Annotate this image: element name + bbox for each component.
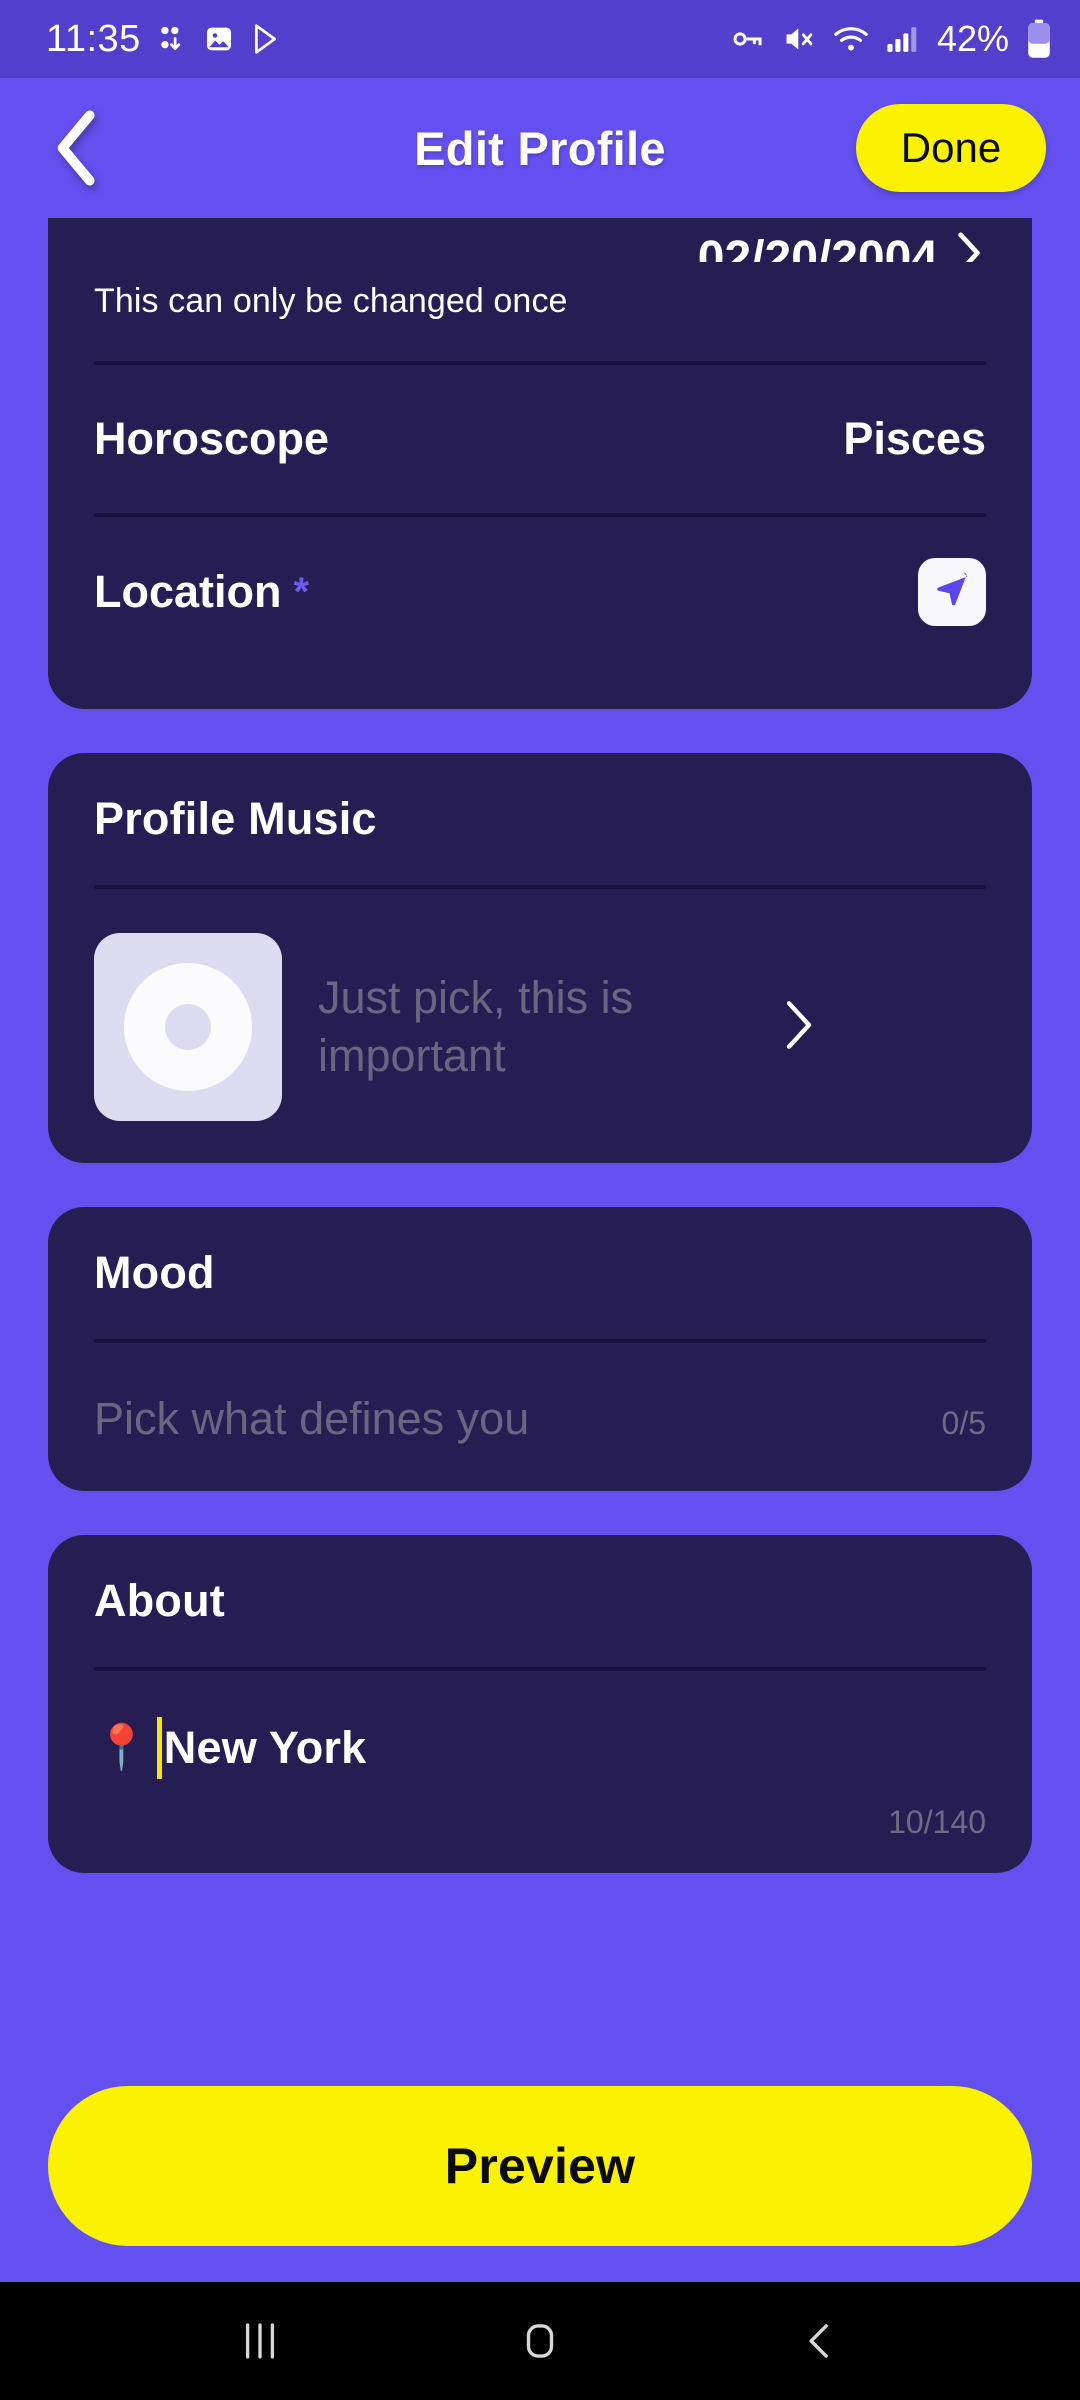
chevron-right-icon[interactable]	[784, 1000, 820, 1055]
wifi-icon	[833, 24, 869, 54]
divider	[94, 885, 986, 889]
card-about[interactable]: About 📍 New York 10/140	[48, 1535, 1032, 1873]
location-row[interactable]: Location *	[94, 517, 986, 667]
horoscope-value: Pisces	[843, 413, 986, 464]
home-icon[interactable]	[480, 2282, 600, 2400]
done-button[interactable]: Done	[856, 104, 1046, 192]
about-value: New York	[163, 1722, 367, 1773]
status-bar-clock: 11:35	[46, 18, 141, 60]
cellular-signal-icon	[886, 24, 920, 54]
back-icon[interactable]	[760, 2282, 880, 2400]
about-title: About	[94, 1575, 225, 1626]
phone-screen: 11:35 42% Edit Profile Done 02/20/2004 T…	[0, 0, 1080, 2400]
about-textarea[interactable]: 📍 New York	[94, 1717, 986, 1779]
about-counter: 10/140	[888, 1804, 986, 1840]
profile-music-title: Profile Music	[94, 793, 377, 844]
required-asterisk: *	[293, 569, 310, 614]
play-store-icon	[249, 22, 283, 56]
back-button[interactable]	[34, 105, 120, 191]
scroll-content[interactable]: 02/20/2004 This can only be changed once…	[0, 218, 1080, 2086]
use-current-location-button[interactable]	[918, 558, 986, 626]
birthday-helper-text: This can only be changed once	[94, 282, 568, 320]
divider	[94, 1339, 986, 1343]
text-caret	[156, 1717, 162, 1779]
vpn-key-icon	[731, 22, 765, 56]
mood-placeholder: Pick what defines you	[94, 1393, 530, 1444]
battery-percent-label: 42%	[936, 18, 1009, 59]
card-personal-details: 02/20/2004 This can only be changed once…	[48, 218, 1032, 709]
mood-counter: 0/5	[941, 1405, 986, 1441]
battery-icon	[1026, 19, 1052, 59]
horoscope-label: Horoscope	[94, 413, 330, 464]
navigation-arrow-icon	[930, 569, 974, 616]
horoscope-row: Horoscope Pisces	[94, 365, 986, 513]
chevron-right-icon	[956, 231, 982, 262]
app-header: Edit Profile Done	[0, 78, 1080, 218]
divider	[94, 1667, 986, 1671]
profile-music-placeholder: Just pick, this is important	[318, 972, 634, 1081]
recents-icon[interactable]	[200, 2282, 320, 2400]
status-bar: 11:35 42%	[0, 0, 1080, 78]
gallery-icon	[203, 23, 235, 55]
location-label: Location	[94, 566, 282, 617]
mood-picker-row[interactable]: Pick what defines you 0/5	[94, 1393, 986, 1445]
profile-music-picker-row[interactable]: Just pick, this is important	[94, 933, 986, 1121]
preview-button[interactable]: Preview	[48, 2086, 1032, 2246]
bluetooth-transfer-icon	[155, 22, 189, 56]
mood-title: Mood	[94, 1247, 215, 1298]
preview-button-container: Preview	[0, 2086, 1080, 2282]
birthday-row[interactable]: 02/20/2004	[94, 218, 986, 262]
android-navigation-bar	[0, 2282, 1080, 2400]
map-pin-emoji: 📍	[94, 1723, 149, 1772]
card-profile-music[interactable]: Profile Music Just pick, this is importa…	[48, 753, 1032, 1163]
card-mood[interactable]: Mood Pick what defines you 0/5	[48, 1207, 1032, 1491]
vinyl-record-icon	[94, 933, 282, 1121]
birthday-value: 02/20/2004	[697, 232, 938, 262]
mute-icon	[782, 22, 816, 56]
status-bar-right: 42%	[731, 18, 1052, 60]
status-bar-left: 11:35	[46, 20, 283, 58]
